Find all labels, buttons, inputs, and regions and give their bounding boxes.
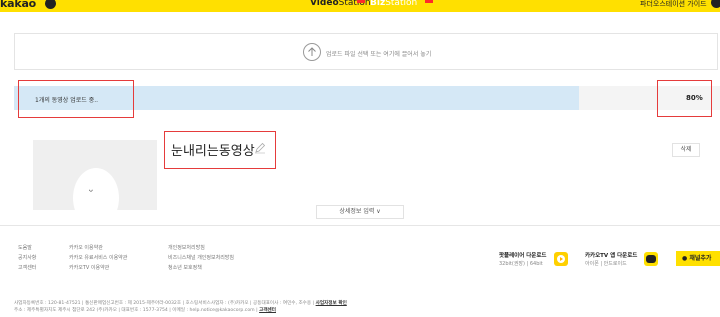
- new-badge-icon: [357, 0, 365, 3]
- annotation-highlight: [18, 80, 134, 118]
- footer-links-help: 도움말 공지사항 고객센터: [18, 243, 36, 273]
- footer-link[interactable]: 카카오 유료서비스 이용약관: [69, 253, 127, 263]
- potplayer-options[interactable]: 32bit(권장) | 64bit: [499, 260, 546, 267]
- footer-link[interactable]: 개인정보처리방침: [168, 243, 234, 253]
- guide-link[interactable]: 파더오스테이션 가이드: [640, 0, 707, 9]
- kakaotv-app-options[interactable]: 아이폰 | 안드로이드: [585, 260, 637, 267]
- delete-button[interactable]: 삭제: [672, 143, 700, 157]
- video-thumbnail: ᵕ: [33, 140, 157, 210]
- add-channel-label: 채널추가: [689, 255, 712, 262]
- kakaotv-app-title: 카카오TV 앱 다운로드: [585, 253, 638, 259]
- footer-link[interactable]: 고객센터: [18, 263, 36, 273]
- footer-links-terms: 카카오 이용약관 카카오 유료서비스 이용약관 카카오TV 이용약관: [69, 243, 127, 273]
- customer-center-link[interactable]: 고객센터: [259, 308, 276, 313]
- footer-divider: [0, 225, 720, 226]
- footer-link[interactable]: 공지사항: [18, 253, 36, 263]
- upload-arrow-icon[interactable]: [303, 43, 321, 61]
- pencil-edit-icon[interactable]: [254, 142, 266, 156]
- kakaotv-app-download[interactable]: 카카오TV 앱 다운로드 아이폰 | 안드로이드: [585, 251, 637, 267]
- footer-link[interactable]: 카카오 이용약관: [69, 243, 127, 253]
- business-address-text: 주소 : 제주특별자치도 제주시 첨단로 242 (주)카카오 | 대표번호 :…: [14, 308, 258, 313]
- user-menu-icon[interactable]: [711, 0, 720, 8]
- potplayer-title: 팟플레이어 다운로드: [499, 253, 547, 259]
- business-info-text: 사업자등록번호 : 120-81-47521 | 통신판매업신고번호 : 제 2…: [14, 301, 315, 306]
- business-info-line-1: 사업자등록번호 : 120-81-47521 | 통신판매업신고번호 : 제 2…: [14, 300, 347, 306]
- potplayer-icon[interactable]: [554, 252, 568, 266]
- top-header: kakao VideoStation BizStation 파더오스테이션 가이…: [0, 0, 720, 12]
- dropzone-text: 업로드 파일 선택 또는 여기에 끌어서 놓기: [326, 51, 432, 58]
- potplayer-download[interactable]: 팟플레이어 다운로드 32bit(권장) | 64bit: [499, 251, 546, 267]
- footer-link[interactable]: 비즈니스채널 개인정보처리방침: [168, 253, 234, 263]
- upload-dropzone[interactable]: 업로드 파일 선택 또는 여기에 끌어서 놓기: [14, 33, 718, 70]
- kakao-logo[interactable]: kakao: [0, 0, 36, 10]
- business-info-link[interactable]: 사업자정보 확인: [316, 301, 347, 306]
- annotation-highlight: [657, 80, 712, 117]
- footer-link[interactable]: 청소년 보호정책: [168, 263, 234, 273]
- kakaotv-logo-icon: [45, 0, 56, 9]
- kakaotv-app-icon[interactable]: [644, 252, 658, 266]
- business-info-line-2: 주소 : 제주특별자치도 제주시 첨단로 242 (주)카카오 | 대표번호 :…: [14, 307, 276, 313]
- add-channel-button[interactable]: ● 채널추가: [676, 251, 720, 266]
- footer-link[interactable]: 도움말: [18, 243, 36, 253]
- chat-bubble-icon: ●: [682, 255, 688, 262]
- details-input-button[interactable]: 상세정보 입력 ∨: [316, 205, 404, 219]
- placeholder-character-icon: [73, 168, 119, 210]
- footer-link[interactable]: 카카오TV 이용약관: [69, 263, 127, 273]
- nav-biz-station[interactable]: BizStation: [370, 0, 417, 8]
- footer-links-privacy: 개인정보처리방침 비즈니스채널 개인정보처리방침 청소년 보호정책: [168, 243, 234, 273]
- video-title: 눈내리는동영상: [171, 144, 255, 159]
- character-face: ᵕ: [89, 187, 94, 198]
- new-badge-icon: [425, 0, 433, 3]
